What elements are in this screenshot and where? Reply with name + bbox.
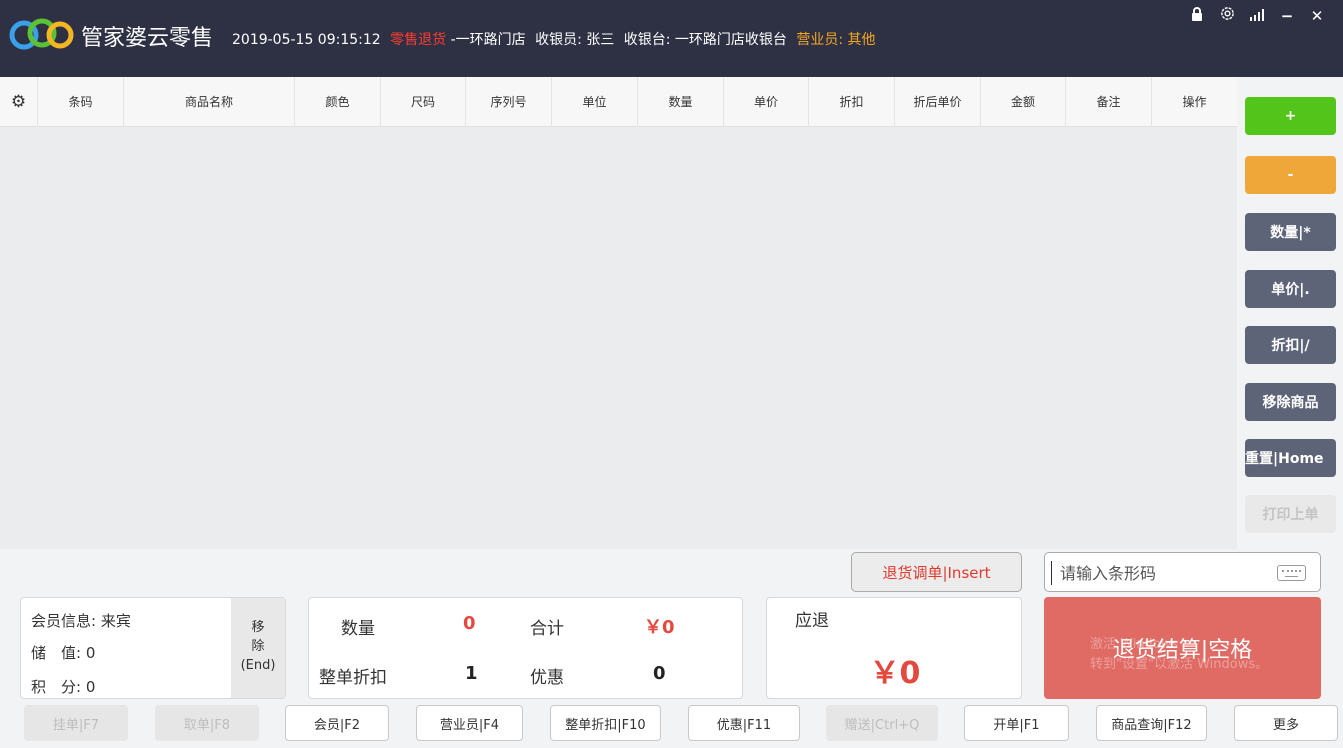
salesperson-button[interactable]: 营业员|F4: [416, 705, 523, 741]
reset-button[interactable]: 重置|Home: [1245, 439, 1336, 477]
minimize-icon[interactable]: −: [1279, 7, 1295, 25]
datetime: 2019-05-15 09:15:12: [232, 32, 381, 48]
member-button[interactable]: 会员|F2: [285, 705, 389, 741]
member-info[interactable]: 会员信息: 来宾: [31, 606, 131, 636]
column-header: 备注: [1066, 77, 1152, 127]
column-header: 数量: [638, 77, 724, 127]
salesperson-name: 营业员: 其他: [796, 32, 876, 48]
member-points: 积 分: 0: [31, 678, 96, 696]
settings-icon[interactable]: [1219, 6, 1235, 25]
column-header: 单价: [724, 77, 809, 127]
cashier-name: 收银员: 张三: [535, 32, 615, 48]
keyboard-icon[interactable]: [1277, 565, 1306, 581]
barcode-input[interactable]: [1051, 561, 1271, 585]
quantity-label: 数量: [341, 619, 375, 639]
promotion-button[interactable]: 优惠|F11: [688, 705, 800, 741]
order-discount-label: 整单折扣: [319, 668, 387, 688]
unit-price-button[interactable]: 单价|.: [1245, 270, 1336, 308]
mode-label: 零售退货: [390, 32, 447, 48]
total-label: 合计: [530, 619, 564, 639]
refund-panel: 应退 ￥0: [766, 597, 1022, 699]
column-header: 折扣: [809, 77, 895, 127]
action-sidebar: + - 数量|* 单价|. 折扣|/ 移除商品 重置|Home 打印上单: [1237, 77, 1343, 549]
open-order-button[interactable]: 开单|F1: [964, 705, 1069, 741]
retrieve-order-button[interactable]: 取单|F8: [155, 705, 259, 741]
quantity-button[interactable]: 数量|*: [1245, 213, 1336, 251]
return-adjust-button[interactable]: 退货调单|Insert: [851, 552, 1022, 592]
member-balance: 储 值: 0: [31, 644, 96, 662]
lock-icon[interactable]: [1189, 6, 1205, 25]
cart-table: ⚙ 条码 商品名称 颜色 尺码 序列号 单位 数量 单价 折扣 折后单价 金额 …: [0, 77, 1237, 549]
column-header: 序列号: [466, 77, 552, 127]
subtract-quantity-button[interactable]: -: [1245, 156, 1336, 194]
total-value: ￥0: [644, 617, 675, 638]
session-info: 2019-05-15 09:15:12 零售退货 -一环路门店 收银员: 张三 …: [232, 29, 881, 49]
barcode-field[interactable]: [1044, 552, 1321, 592]
register-name: 收银台: 一环路门店收银台: [623, 32, 787, 48]
column-header: 颜色: [295, 77, 381, 127]
column-header: 商品名称: [124, 77, 295, 127]
order-discount-value: 1: [465, 663, 478, 684]
return-checkout-button[interactable]: 退货结算|空格: [1044, 597, 1321, 699]
column-header: 条码: [38, 77, 124, 127]
more-button[interactable]: 更多: [1234, 705, 1338, 741]
order-discount-button[interactable]: 整单折扣|F10: [550, 705, 661, 741]
column-settings-icon[interactable]: ⚙: [0, 77, 38, 127]
remove-member-button[interactable]: 移 除 (End): [231, 598, 285, 698]
product-query-button[interactable]: 商品查询|F12: [1096, 705, 1207, 741]
hold-order-button[interactable]: 挂单|F7: [24, 705, 128, 741]
print-last-button[interactable]: 打印上单: [1245, 495, 1336, 533]
totals-panel: 数量 0 合计 ￥0 整单折扣 1 优惠 0: [308, 597, 743, 699]
promotion-label: 优惠: [530, 668, 564, 688]
signal-icon: [1249, 7, 1265, 25]
column-header: 尺码: [381, 77, 466, 127]
table-body[interactable]: [0, 127, 1237, 549]
promotion-value: 0: [653, 663, 666, 684]
column-header: 单位: [552, 77, 638, 127]
column-header: 操作: [1182, 95, 1207, 109]
app-title: 管家婆云零售: [81, 26, 214, 51]
close-icon[interactable]: ✕: [1309, 7, 1325, 25]
column-header: 金额: [981, 77, 1066, 127]
store-name: -一环路门店: [450, 32, 526, 48]
window-controls: − ✕: [1189, 6, 1325, 25]
add-quantity-button[interactable]: +: [1245, 97, 1336, 135]
table-header: ⚙ 条码 商品名称 颜色 尺码 序列号 单位 数量 单价 折扣 折后单价 金额 …: [0, 77, 1237, 127]
gift-button[interactable]: 赠送|Ctrl+Q: [826, 705, 938, 741]
app-logo: [9, 18, 74, 50]
discount-button[interactable]: 折扣|/: [1245, 326, 1336, 364]
quantity-value: 0: [463, 613, 476, 634]
member-panel: 会员信息: 来宾 储 值: 0 积 分: 0 移 除 (End): [20, 597, 286, 699]
column-header: 折后单价: [895, 77, 981, 127]
refund-amount: ￥0: [869, 656, 921, 691]
refund-label: 应退: [795, 611, 829, 631]
title-bar: 管家婆云零售 2019-05-15 09:15:12 零售退货 -一环路门店 收…: [0, 0, 1343, 77]
remove-item-button[interactable]: 移除商品: [1245, 383, 1336, 421]
